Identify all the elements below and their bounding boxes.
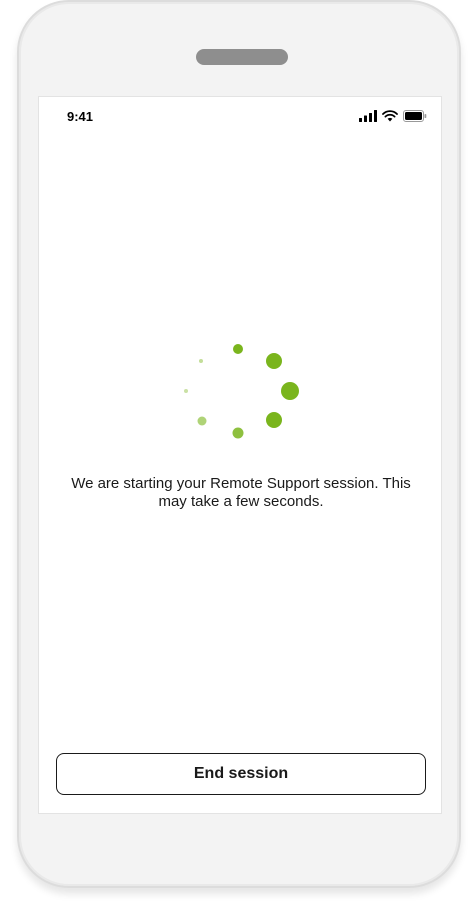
app-screen: 9:41 We are starting your Remote Support… [38,96,442,814]
phone-mockup-stage: 9:41 We are starting your Remote Support… [0,0,474,902]
phone-speaker [196,49,288,65]
battery-icon [403,110,427,122]
loading-spinner-icon [184,344,299,439]
status-time: 9:41 [67,109,94,124]
wifi-icon [382,110,398,122]
end-session-button[interactable]: End session [56,753,426,795]
cellular-signal-icon [359,110,377,122]
status-bar: 9:41 [39,97,441,137]
loading-message: We are starting your Remote Support sess… [71,475,411,510]
status-icons [359,109,427,123]
